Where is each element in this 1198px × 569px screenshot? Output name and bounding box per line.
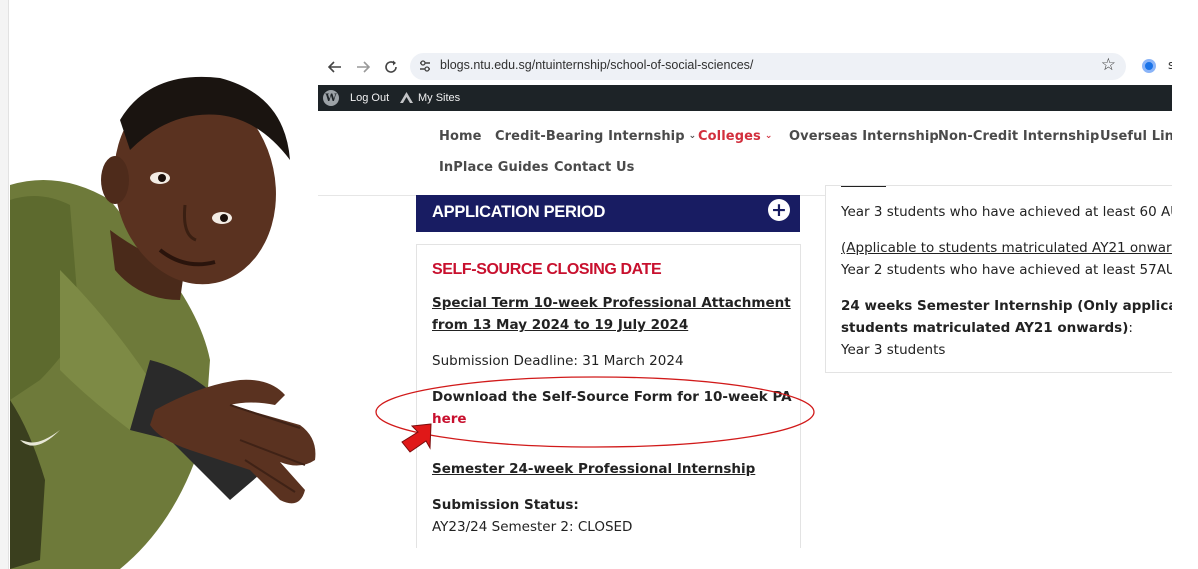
chevron-down-icon: ⌄ (764, 131, 773, 141)
nav-item-non-credit[interactable]: Non-Credit Internship (938, 129, 1099, 144)
profile-menu-icon[interactable]: s (1168, 58, 1172, 72)
semester-internship-heading: 24 weeks Semester Internship (Only appli… (841, 298, 1172, 314)
nav-item-inplace-guides[interactable]: InPlace Guides (439, 160, 549, 175)
eligibility-line: Year 3 students who have achieved at lea… (841, 204, 1172, 220)
nav-item-useful-links[interactable]: Useful Links (1100, 129, 1172, 144)
wp-admin-bar: W Log Out My Sites (318, 85, 1172, 111)
eligibility-note-link[interactable]: (Applicable to students matriculated AY2… (841, 237, 1172, 259)
accordion-application-period[interactable]: APPLICATION PERIOD + (416, 195, 800, 232)
semester-internship-heading-cont: students matriculated AY21 onwards): (841, 317, 1133, 339)
nav-item-home[interactable]: Home (439, 129, 482, 144)
page-content: APPLICATION PERIOD + SELF-SOURCE CLOSING… (318, 185, 1172, 548)
forward-icon[interactable] (352, 56, 374, 78)
my-sites-link[interactable]: My Sites (418, 92, 460, 104)
nav-item-contact-us[interactable]: Contact Us (554, 160, 634, 175)
self-source-card: SELF-SOURCE CLOSING DATE Special Term 10… (416, 244, 801, 548)
nav-item-credit-bearing[interactable]: Credit-Bearing Internship ⌄ (495, 129, 696, 144)
card-title: SELF-SOURCE CLOSING DATE (432, 261, 662, 278)
main-navigation: Home Credit-Bearing Internship ⌄ Colleges… (318, 111, 1172, 195)
nav-item-overseas[interactable]: Overseas Internship (789, 129, 939, 144)
eligibility-line: Year 2 students who have achieved at lea… (841, 262, 1172, 278)
address-bar[interactable]: blogs.ntu.edu.sg/ntuinternship/school-of… (410, 53, 1126, 80)
chevron-down-icon: ⌄ (688, 131, 697, 141)
special-term-dates: from 13 May 2024 to 19 July 2024 (432, 317, 689, 333)
download-text: Download the Self-Source Form for 10-wee… (432, 389, 792, 405)
heading-text: students matriculated AY21 onwards) (841, 320, 1129, 336)
bookmark-star-icon[interactable]: ☆ (1101, 55, 1116, 75)
extension-icon[interactable] (1142, 59, 1156, 73)
my-sites-icon (400, 92, 413, 103)
special-term-heading: Special Term 10-week Professional Attach… (432, 295, 791, 311)
browser-window: blogs.ntu.edu.sg/ntuinternship/school-of… (318, 48, 1172, 548)
download-here-link[interactable]: here (432, 408, 467, 430)
nav-label: Colleges (698, 129, 761, 144)
screenshot-page: blogs.ntu.edu.sg/ntuinternship/school-of… (0, 0, 1198, 569)
url-text: blogs.ntu.edu.sg/ntuinternship/school-of… (440, 58, 754, 72)
site-settings-icon[interactable] (418, 59, 432, 73)
heading-suffix: : (1128, 320, 1133, 336)
plus-icon[interactable]: + (768, 199, 790, 221)
semester-heading: Semester 24-week Professional Internship (432, 461, 756, 477)
eligibility-line: Year 3 students (841, 342, 946, 358)
back-icon[interactable] (324, 56, 346, 78)
submission-status-value: AY23/24 Semester 2: CLOSED (432, 519, 633, 535)
person-photo (10, 76, 316, 569)
browser-toolbar: blogs.ntu.edu.sg/ntuinternship/school-of… (318, 48, 1172, 85)
reload-icon[interactable] (380, 56, 402, 78)
logout-link[interactable]: Log Out (350, 92, 389, 104)
wordpress-logo-icon[interactable]: W (323, 90, 339, 106)
cut-off-underline (841, 186, 886, 187)
nav-label: Credit-Bearing Internship (495, 129, 685, 144)
accordion-title: APPLICATION PERIOD (432, 203, 606, 221)
nav-item-colleges[interactable]: Colleges ⌄ (698, 129, 773, 144)
eligibility-card: Year 3 students who have achieved at lea… (825, 185, 1172, 373)
submission-deadline: Submission Deadline: 31 March 2024 (432, 353, 684, 369)
submission-status-label: Submission Status: (432, 497, 579, 513)
